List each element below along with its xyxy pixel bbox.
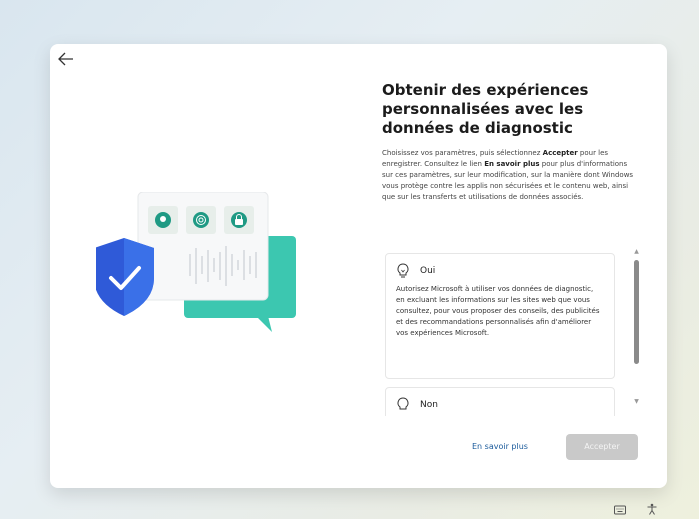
scroll-up-icon[interactable]: ▲ bbox=[632, 248, 641, 256]
lightbulb-icon bbox=[397, 263, 409, 278]
option-yes-description: Autorisez Microsoft à utiliser vos donné… bbox=[396, 285, 600, 337]
option-yes[interactable]: Oui Autorisez Microsoft à utiliser vos d… bbox=[385, 253, 615, 379]
back-arrow-icon[interactable] bbox=[58, 52, 78, 70]
lightbulb-off-icon bbox=[397, 397, 409, 410]
option-yes-label: Oui bbox=[420, 266, 436, 276]
fingerprint-icon bbox=[193, 212, 209, 228]
scrollbar-thumb[interactable] bbox=[634, 260, 639, 364]
page-title: Obtenir des expériences personnalisées a… bbox=[382, 81, 589, 137]
learn-more-link[interactable]: En savoir plus bbox=[472, 442, 528, 451]
description-text: Choisissez vos paramètres, puis sélectio… bbox=[382, 149, 634, 201]
options-scrollbar[interactable]: ▲ ▼ bbox=[632, 248, 641, 408]
option-no-label: Non bbox=[420, 400, 438, 410]
options-list: Oui Autorisez Microsoft à utiliser vos d… bbox=[382, 248, 642, 416]
scroll-down-icon[interactable]: ▼ bbox=[632, 398, 641, 406]
keyboard-icon[interactable] bbox=[614, 505, 626, 515]
accept-button[interactable]: Accepter bbox=[566, 434, 638, 460]
option-no[interactable]: Non bbox=[385, 387, 615, 416]
oobe-dialog: Obtenir des expériences personnalisées a… bbox=[50, 44, 667, 488]
accessibility-icon[interactable] bbox=[646, 503, 658, 515]
chat-bubble-tail bbox=[256, 316, 272, 332]
diagnostic-illustration bbox=[96, 192, 296, 332]
